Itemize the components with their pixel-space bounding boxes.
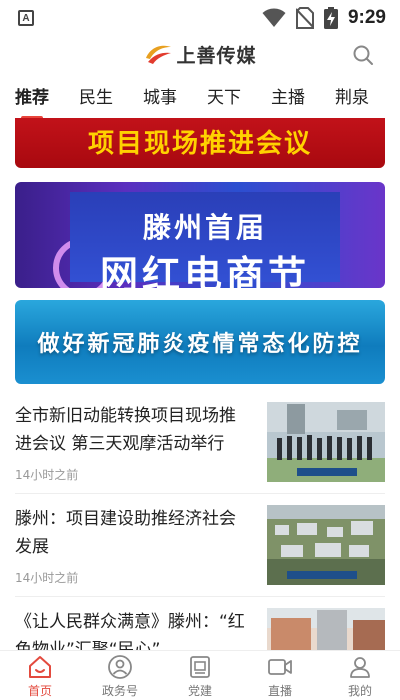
article-thumbnail bbox=[267, 402, 385, 482]
article-thumbnail bbox=[267, 608, 385, 650]
banner-text: 项目现场推进会议 bbox=[87, 128, 312, 159]
banner-text-line1: 滕州首届 bbox=[142, 211, 267, 244]
tab-recommend[interactable]: 推荐 bbox=[15, 80, 49, 120]
logo-text: 上善传媒 bbox=[176, 44, 257, 67]
banner-ecommerce-festival[interactable]: 滕州首届 网红电商节 bbox=[15, 182, 385, 288]
government-account-icon bbox=[108, 655, 132, 679]
home-icon bbox=[29, 656, 51, 678]
nav-profile[interactable]: 我的 bbox=[320, 651, 400, 700]
article-thumbnail bbox=[267, 505, 385, 585]
app-logo: 上善传媒 bbox=[143, 41, 256, 68]
nav-government-account[interactable]: 政务号 bbox=[80, 651, 160, 700]
profile-icon bbox=[350, 657, 370, 678]
article-time: 14小时之前 bbox=[15, 571, 79, 585]
nav-party-building[interactable]: 党建 bbox=[160, 651, 240, 700]
live-video-icon bbox=[268, 659, 292, 675]
banner-covid-prevention[interactable]: 做好新冠肺炎疫情常态化防控 bbox=[15, 300, 385, 384]
battery-charging-icon bbox=[323, 7, 338, 29]
tab-label: 荆泉 bbox=[335, 88, 369, 108]
tab-label: 天下 bbox=[207, 88, 241, 108]
article-title: 滕州：项目建设助推经济社会发展 bbox=[15, 509, 236, 557]
article-time: 14小时之前 bbox=[15, 468, 79, 482]
tab-label: 城事 bbox=[143, 88, 177, 108]
tab-label: 推荐 bbox=[15, 88, 49, 108]
tab-city[interactable]: 城事 bbox=[143, 80, 177, 120]
wifi-icon bbox=[262, 8, 286, 27]
list-item[interactable]: 《让人民群众满意》滕州：“红色物业”汇聚“民心” bbox=[15, 608, 385, 650]
list-item[interactable]: 滕州：项目建设助推经济社会发展 14小时之前 bbox=[15, 505, 385, 597]
status-bar: A 9:29 bbox=[0, 0, 400, 36]
nav-live[interactable]: 直播 bbox=[240, 651, 320, 700]
tab-label: 民生 bbox=[79, 88, 113, 108]
list-item[interactable]: 全市新旧动能转换项目现场推进会议 第三天观摩活动举行 14小时之前 bbox=[15, 402, 385, 494]
channel-tabs: 推荐 民生 城事 天下 主播 荆泉 bbox=[0, 80, 400, 120]
bottom-navigation: 首页 政务号 党建 直播 我的 bbox=[0, 650, 400, 700]
divider bbox=[15, 596, 385, 597]
nav-label: 直播 bbox=[267, 684, 292, 698]
no-sim-icon bbox=[295, 7, 314, 29]
banner-text-line2: 网红电商节 bbox=[99, 253, 310, 288]
tab-world[interactable]: 天下 bbox=[207, 80, 241, 120]
banner-project-meeting[interactable]: 项目现场推进会议 bbox=[15, 118, 385, 168]
tab-livelihood[interactable]: 民生 bbox=[79, 80, 113, 120]
tab-anchor[interactable]: 主播 bbox=[271, 80, 305, 120]
app-header: 上善传媒 bbox=[0, 36, 400, 72]
article-title: 《让人民群众满意》滕州：“红色物业”汇聚“民心” bbox=[15, 612, 245, 650]
tab-jingquan[interactable]: 荆泉 bbox=[335, 80, 369, 120]
app-screen: A 9:29 上善传媒 推荐 民生 城事 天下 主播 荆泉 项目现场推进会议 滕… bbox=[0, 0, 400, 700]
article-title: 全市新旧动能转换项目现场推进会议 第三天观摩活动举行 bbox=[15, 406, 236, 454]
nav-label: 我的 bbox=[347, 684, 372, 698]
divider bbox=[15, 493, 385, 494]
party-building-icon bbox=[190, 656, 210, 678]
nav-label: 政务号 bbox=[101, 684, 138, 698]
banner-text: 做好新冠肺炎疫情常态化防控 bbox=[37, 332, 363, 357]
logo-mark-icon bbox=[146, 45, 172, 64]
clock-time: 9:29 bbox=[347, 7, 386, 28]
app-notification-icon: A bbox=[18, 10, 34, 26]
search-icon[interactable] bbox=[352, 44, 374, 66]
banner-panel: 滕州首届 网红电商节 bbox=[70, 192, 340, 288]
nav-label: 党建 bbox=[187, 684, 212, 698]
nav-label: 首页 bbox=[27, 684, 52, 698]
news-feed[interactable]: 项目现场推进会议 滕州首届 网红电商节 做好新冠肺炎疫情常态化防控 全市新旧动能… bbox=[0, 118, 400, 650]
tab-label: 主播 bbox=[271, 88, 305, 108]
nav-home[interactable]: 首页 bbox=[0, 651, 80, 700]
